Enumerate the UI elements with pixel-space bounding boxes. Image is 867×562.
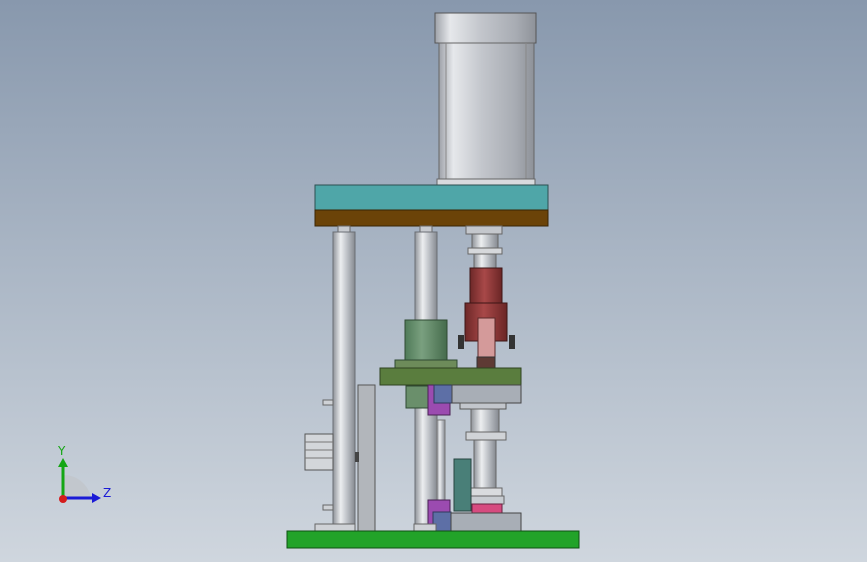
- cylinder-barrel: [438, 42, 535, 183]
- piston-rod-coupling[interactable]: [465, 225, 503, 269]
- air-cylinder[interactable]: [434, 12, 537, 186]
- shim-left: [436, 419, 446, 511]
- cylinder-end-cap-bottom: [436, 178, 536, 186]
- y-axis-arrow-icon: [58, 458, 68, 467]
- x-axis-dot-icon: [59, 495, 67, 503]
- top-plate[interactable]: [314, 184, 549, 211]
- y-axis-label: Y: [57, 444, 66, 458]
- guide-post-left[interactable]: [332, 225, 356, 531]
- punch-holder[interactable]: [458, 267, 515, 369]
- base-plate[interactable]: [286, 530, 580, 549]
- z-axis-arrow-icon: [92, 493, 101, 503]
- cylinder-end-cap-top: [434, 12, 537, 44]
- coordinate-triad: Y Z: [57, 444, 111, 503]
- z-axis-label: Z: [103, 486, 111, 500]
- teal-stopper[interactable]: [453, 458, 472, 512]
- lower-rod[interactable]: [465, 408, 507, 515]
- cad-viewport[interactable]: Y Z: [0, 0, 867, 562]
- top-plate-brown-layer[interactable]: [314, 209, 549, 227]
- post-foot-left: [314, 523, 356, 532]
- middle-plate[interactable]: [379, 367, 522, 386]
- post-foot-center: [413, 523, 437, 532]
